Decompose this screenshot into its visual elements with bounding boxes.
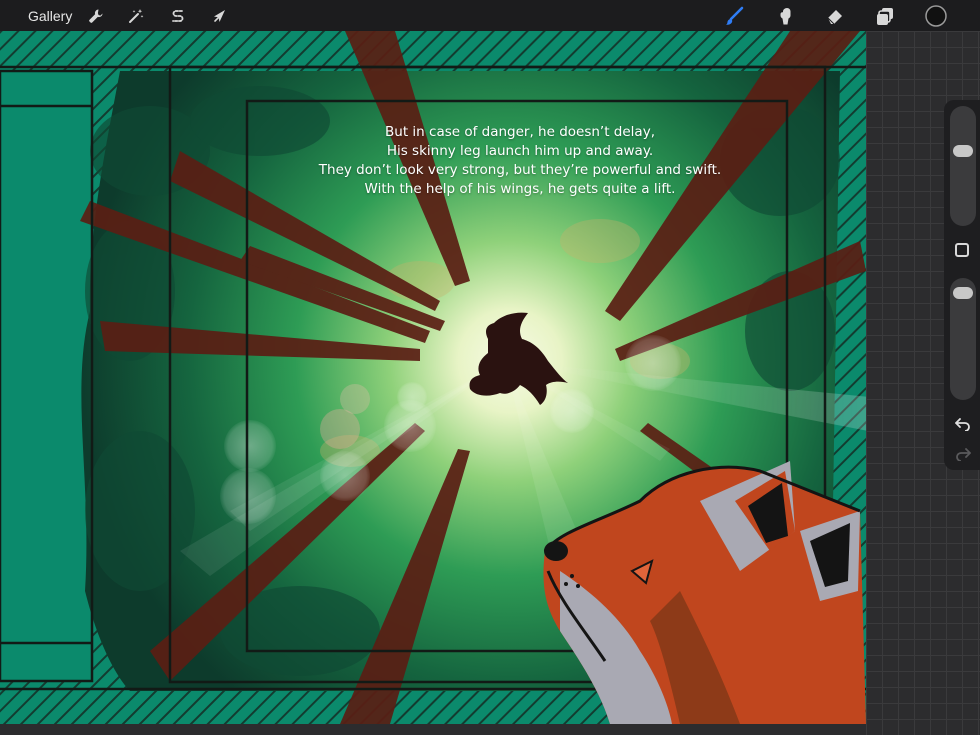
redo-icon[interactable] — [952, 444, 974, 464]
layers-icon[interactable] — [873, 4, 897, 28]
story-text-line: But in case of danger, he doesn’t delay, — [385, 124, 655, 140]
wrench-icon[interactable] — [84, 4, 108, 28]
modify-button[interactable] — [955, 243, 969, 257]
story-text: But in case of danger, he doesn’t delay,… — [300, 123, 740, 199]
brush-opacity-slider[interactable] — [950, 278, 976, 400]
arrow-cursor-icon[interactable] — [208, 4, 232, 28]
eraser-icon[interactable] — [823, 4, 847, 28]
brush-icon[interactable] — [722, 4, 746, 28]
selection-s-icon[interactable] — [166, 4, 190, 28]
brush-opacity-thumb[interactable] — [953, 287, 973, 300]
magic-wand-icon[interactable] — [124, 4, 148, 28]
gallery-button[interactable]: Gallery — [28, 8, 72, 24]
story-text-line: They don’t look very strong, but they’re… — [318, 162, 722, 178]
top-toolbar: Gallery — [0, 0, 980, 31]
story-text-line: With the help of his wings, he gets quit… — [364, 181, 676, 197]
smudge-icon[interactable] — [773, 4, 797, 28]
side-panel — [944, 100, 980, 470]
brush-size-slider[interactable] — [950, 106, 976, 226]
undo-icon[interactable] — [952, 414, 974, 434]
brush-size-thumb[interactable] — [953, 145, 973, 157]
story-text-line: His skinny leg launch him up and away. — [386, 143, 654, 159]
drawing-canvas[interactable]: But in case of danger, he doesn’t delay,… — [0, 31, 866, 724]
color-swatch[interactable] — [923, 4, 949, 28]
workspace-bottom-edge — [0, 724, 866, 735]
